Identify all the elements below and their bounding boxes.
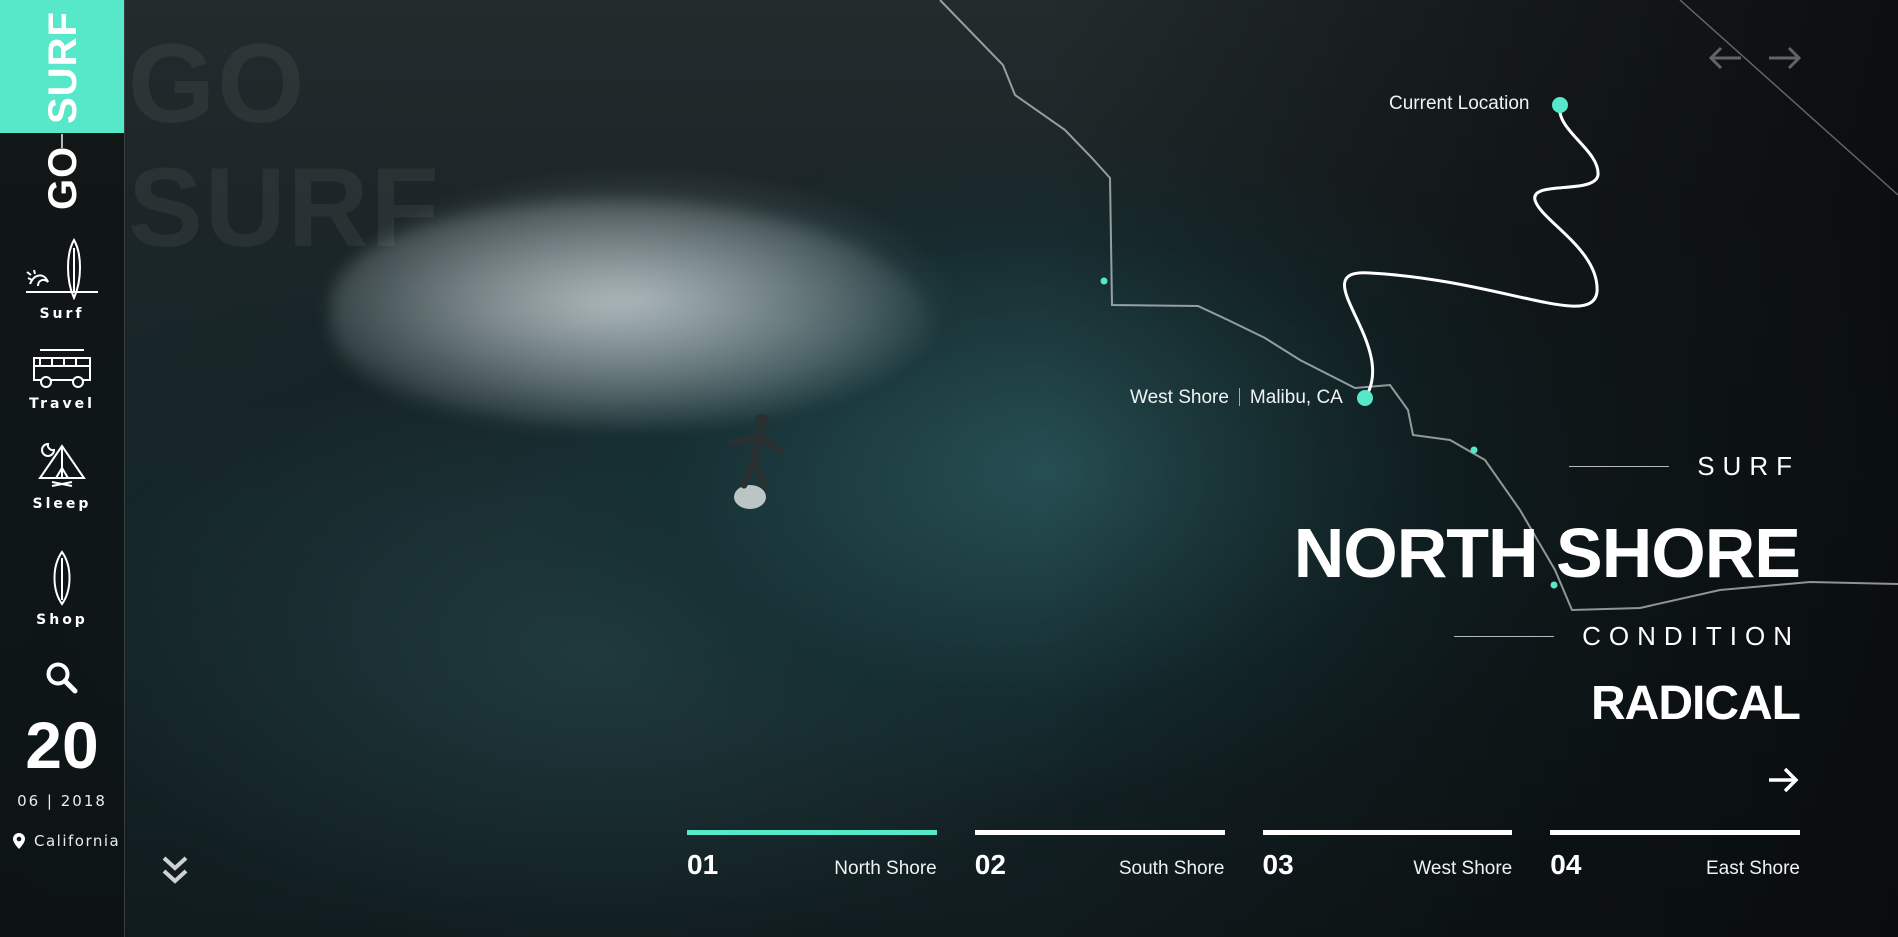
slide-name: West Shore [1413, 858, 1513, 879]
slide-number: 02 [974, 849, 1006, 880]
spot-name: West Shore [1130, 387, 1229, 408]
sidebar-item-sleep[interactable]: Sleep [0, 438, 124, 512]
date-day: 20 [25, 708, 99, 782]
condition-value: RADICAL [1591, 677, 1801, 730]
slide-name: South Shore [1118, 858, 1225, 879]
sidebar: SURF GO Surf Travel Sleep Shop 20 06 | 2… [0, 0, 125, 937]
spot-marker [1357, 390, 1373, 406]
tent-campfire-icon [38, 442, 86, 487]
sidebar-item-travel[interactable]: Travel [0, 348, 124, 412]
logo-go: GO [41, 145, 85, 210]
date-month-year: 06 | 2018 [17, 792, 107, 810]
slide-number: 03 [1262, 849, 1294, 880]
prev-arrow-icon[interactable] [1708, 46, 1742, 70]
slide-number: 01 [687, 849, 719, 880]
sidebar-item-shop[interactable]: Shop [0, 550, 124, 628]
condition-eyebrow: CONDITION [1454, 621, 1800, 652]
slide-name: East Shore [1706, 858, 1800, 879]
logo-box[interactable]: SURF [0, 0, 124, 133]
spot-label: West Shore Malibu, CA [1130, 387, 1343, 409]
board-icon [53, 550, 71, 606]
carousel-arrows [1708, 46, 1802, 70]
sidebar-item-label: Surf [39, 306, 85, 322]
map-pin-icon [13, 833, 25, 849]
slide-tabs: 01 North Shore 02 South Shore 03 West Sh… [687, 830, 1800, 881]
condition-label: CONDITION [1582, 621, 1800, 651]
route-path [1343, 104, 1600, 399]
logo-surf: SURF [41, 11, 85, 124]
next-arrow-top-icon[interactable] [1768, 46, 1802, 70]
sidebar-item-surf[interactable]: Surf [0, 238, 124, 322]
slide-tab-north-shore[interactable]: 01 North Shore [687, 830, 937, 881]
category-eyebrow: SURF [1569, 451, 1800, 482]
surfboard-wave-icon [26, 238, 98, 300]
sidebar-item-label: Sleep [32, 496, 92, 512]
diagonal-line [1679, 0, 1898, 196]
slide-tab-east-shore[interactable]: 04 East Shore [1550, 830, 1800, 881]
sidebar-item-label: Shop [36, 612, 88, 628]
location-text: California [34, 832, 121, 850]
van-icon [33, 349, 91, 388]
next-arrow-icon[interactable] [1766, 763, 1800, 797]
slide-tab-south-shore[interactable]: 02 South Shore [974, 830, 1225, 881]
page-title: NORTH SHORE [1293, 514, 1801, 592]
search-icon[interactable] [44, 660, 80, 696]
eyebrow-text: SURF [1697, 451, 1800, 481]
slide-number: 04 [1550, 849, 1582, 880]
sidebar-item-label: Travel [29, 396, 95, 412]
current-location-marker [1552, 97, 1568, 113]
spot-city: Malibu, CA [1249, 387, 1343, 408]
location: California [12, 832, 120, 850]
scroll-down-icon[interactable] [160, 852, 190, 888]
eyebrow-divider [1569, 466, 1670, 467]
slide-name: North Shore [834, 858, 937, 879]
condition-divider [1454, 636, 1555, 637]
slide-tab-west-shore[interactable]: 03 West Shore [1262, 830, 1513, 881]
current-location-label: Current Location [1389, 93, 1530, 114]
